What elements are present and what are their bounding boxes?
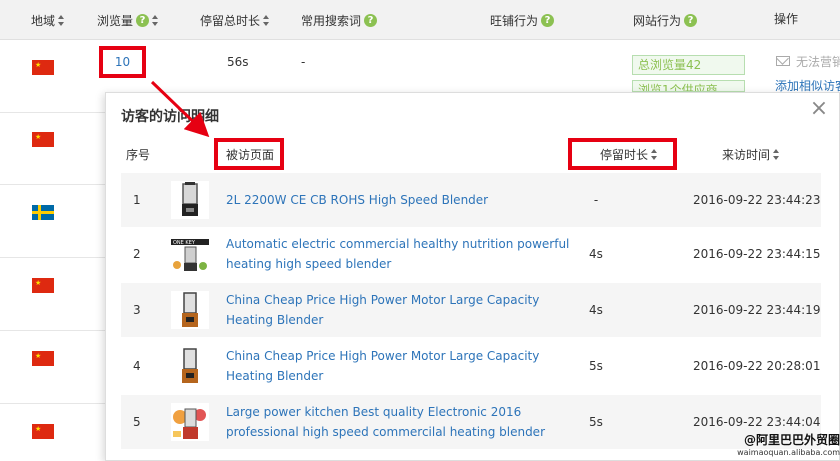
stay-total-value: 56s (227, 55, 249, 69)
watermark-url: waimaoquan.alibaba.com (737, 448, 840, 457)
header-region[interactable]: 地域 (31, 11, 65, 29)
header-views[interactable]: 浏览量 ? (97, 11, 159, 29)
visited-page-link[interactable]: China Cheap Price High Power Motor Large… (226, 290, 571, 330)
row-visit-time: 2016-09-22 23:44:23 (693, 193, 821, 207)
visited-page-link[interactable]: China Cheap Price High Power Motor Large… (226, 346, 571, 386)
row-stay: 4s (589, 303, 603, 317)
watermark-title: @阿里巴巴外贸圈 (743, 433, 840, 447)
product-thumbnail[interactable] (171, 403, 209, 441)
header-stay[interactable]: 停留总时长 (200, 11, 270, 29)
total-views-tag: 总浏览量42 (632, 55, 745, 75)
product-thumbnail[interactable] (171, 347, 209, 385)
flag-china-icon: ★ (32, 424, 54, 439)
row-visit-time: 2016-09-22 23:44:19 (693, 303, 821, 317)
search-terms-value: - (301, 55, 306, 69)
views-value-link[interactable]: 10 (99, 46, 146, 78)
highlight-box-page (214, 138, 284, 170)
table-row[interactable]: 2 ONE KEY Automatic electric commercial … (121, 227, 821, 281)
row-index: 3 (133, 303, 141, 317)
header-search: 常用搜索词 ? (301, 11, 378, 29)
row-index: 4 (133, 359, 141, 373)
table-row[interactable]: 3 China Cheap Price High Power Motor Lar… (121, 283, 821, 337)
watermark: @阿里巴巴外贸圈 waimaoquan.alibaba.com (736, 431, 840, 457)
close-icon[interactable]: × (808, 98, 830, 120)
cannot-market-text: 无法营销 (796, 55, 840, 69)
product-thumbnail[interactable] (171, 181, 209, 219)
flag-china-icon: ★ (32, 351, 54, 366)
sort-icon[interactable] (263, 14, 270, 26)
row-stay: 5s (589, 359, 603, 373)
suppliers-viewed-tag: 浏览1个供应商 (632, 80, 745, 92)
row-index: 2 (133, 247, 141, 261)
table-row[interactable]: 4 China Cheap Price High Power Motor Lar… (121, 339, 821, 393)
sort-icon[interactable] (152, 14, 159, 26)
help-icon[interactable]: ? (136, 13, 150, 27)
row-stay: 4s (589, 247, 603, 261)
row-visit-time: 2016-09-22 23:44:15 (693, 247, 821, 261)
mail-icon (776, 56, 790, 66)
sort-icon[interactable] (773, 149, 780, 160)
help-icon[interactable]: ? (541, 13, 555, 27)
flag-sweden-icon (32, 205, 54, 220)
column-header-index: 序号 (126, 148, 151, 162)
highlight-box-stay (568, 138, 677, 170)
visitor-detail-popup: 访客的访问明细 × 序号 被访页面 停留时长 来访时间 1 2L 2200W C… (105, 92, 840, 461)
help-icon[interactable]: ? (364, 13, 378, 27)
row-stay: - (593, 193, 599, 207)
visited-page-link[interactable]: 2L 2200W CE CB ROHS High Speed Blender (226, 190, 571, 210)
flag-china-icon: ★ (32, 278, 54, 293)
column-header-time[interactable]: 来访时间 (722, 146, 780, 163)
row-index: 5 (133, 415, 141, 429)
visited-page-link[interactable]: Large power kitchen Best quality Electro… (226, 402, 571, 442)
flag-china-icon: ★ (32, 132, 54, 147)
row-stay: 5s (589, 415, 603, 429)
product-thumbnail[interactable]: ONE KEY (171, 235, 209, 273)
product-thumbnail[interactable] (171, 291, 209, 329)
table-row[interactable]: 5 Large power kitchen Best quality Elect… (121, 395, 821, 449)
popup-title: 访客的访问明细 (121, 109, 219, 125)
header-operation: 操作 (774, 11, 799, 26)
svg-text:ONE KEY: ONE KEY (173, 240, 196, 246)
header-website: 网站行为 ? (633, 11, 698, 29)
header-wangpu: 旺铺行为 ? (490, 11, 555, 29)
row-index: 1 (133, 193, 141, 207)
flag-china-icon: ★ (32, 60, 54, 75)
help-icon[interactable]: ? (684, 13, 698, 27)
row-visit-time: 2016-09-22 20:28:01 (693, 359, 821, 373)
sort-icon[interactable] (58, 14, 65, 26)
visited-page-link[interactable]: Automatic electric commercial healthy nu… (226, 234, 571, 274)
table-row[interactable]: 1 2L 2200W CE CB ROHS High Speed Blender… (121, 173, 821, 227)
